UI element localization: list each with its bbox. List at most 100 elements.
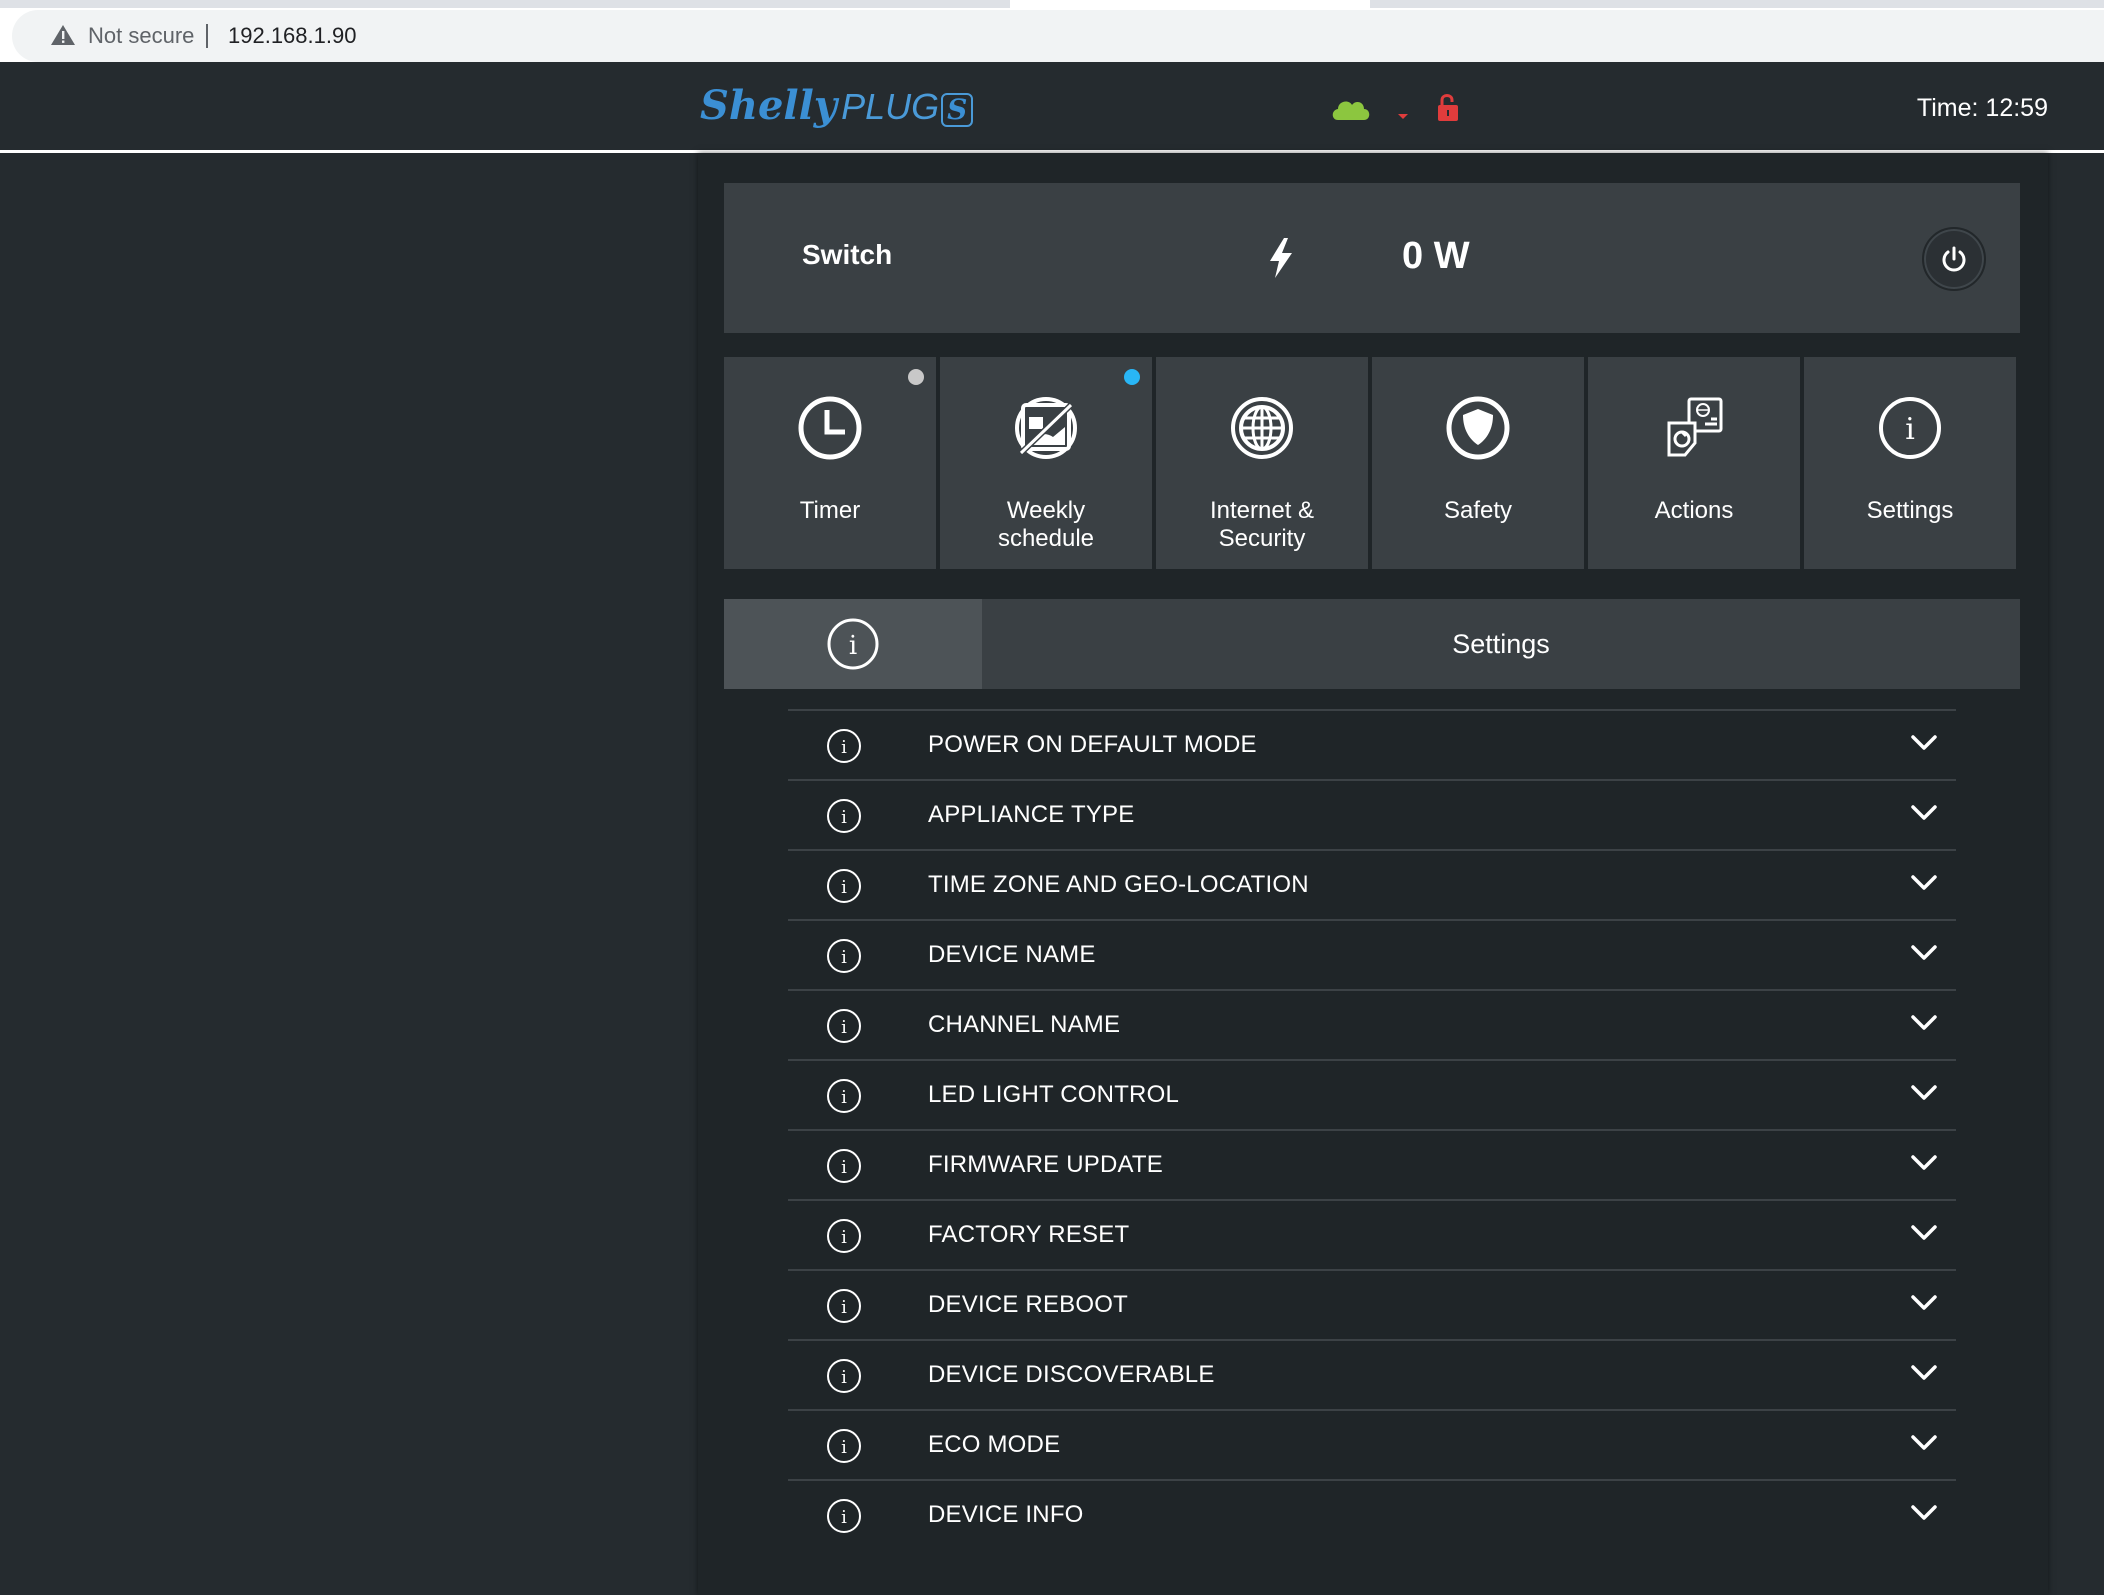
url-text[interactable]: 192.168.1.90 xyxy=(228,23,356,49)
tile-label: Internet & xyxy=(1209,497,1315,524)
settings-row-device-discoverable[interactable]: i DEVICE DISCOVERABLE xyxy=(788,1339,1956,1409)
browser-tab[interactable] xyxy=(1010,0,1370,8)
svg-text:i: i xyxy=(849,631,857,661)
settings-row-label: CHANNEL NAME xyxy=(928,1011,1121,1038)
settings-row-label: APPLIANCE TYPE xyxy=(928,801,1135,828)
info-icon[interactable]: i xyxy=(826,1498,862,1534)
logo-brand: Shelly xyxy=(700,82,838,129)
switch-label: Switch xyxy=(802,239,893,270)
divider xyxy=(206,24,208,48)
svg-text:i: i xyxy=(841,1437,847,1458)
chevron-down-icon[interactable] xyxy=(1910,1153,1938,1173)
settings-row-label: DEVICE DISCOVERABLE xyxy=(928,1361,1215,1388)
tile-weekly-schedule[interactable]: Weekly schedule xyxy=(940,357,1152,569)
power-icon xyxy=(1942,246,1966,272)
svg-text:i: i xyxy=(841,877,847,898)
status-dot xyxy=(1124,369,1140,385)
info-icon[interactable]: i xyxy=(826,868,862,904)
logo-model: PLUG xyxy=(841,86,940,127)
tile-label: Safety xyxy=(1443,497,1513,524)
cloud-icon[interactable] xyxy=(1332,101,1370,120)
calendar-off-icon xyxy=(1015,397,1077,459)
globe-icon xyxy=(1231,397,1293,459)
tile-actions[interactable]: Actions xyxy=(1588,357,1800,569)
settings-row-factory-reset[interactable]: i FACTORY RESET xyxy=(788,1199,1956,1269)
settings-tab-icon[interactable]: i xyxy=(724,599,982,689)
settings-row-device-name[interactable]: i DEVICE NAME xyxy=(788,919,1956,989)
settings-row-led-light-control[interactable]: i LED LIGHT CONTROL xyxy=(788,1059,1956,1129)
shield-icon xyxy=(1446,396,1510,460)
info-icon[interactable]: i xyxy=(826,1008,862,1044)
tile-timer[interactable]: Timer xyxy=(724,357,936,569)
shelly-logo: Shelly PLUG S xyxy=(700,82,974,129)
settings-list: i POWER ON DEFAULT MODE i APPLIANCE TYPE i TI… xyxy=(788,709,1956,1549)
security-status[interactable]: Not secure xyxy=(88,23,194,49)
svg-text:i: i xyxy=(841,947,847,968)
omnibox[interactable]: Not secure 192.168.1.90 xyxy=(12,10,2104,62)
chevron-down-icon[interactable] xyxy=(1910,943,1938,963)
signal-icon[interactable] xyxy=(1398,114,1408,119)
settings-row-label: ECO MODE xyxy=(928,1431,1061,1458)
clock-display: Time: 12:59 xyxy=(1916,94,2048,122)
chevron-down-icon[interactable] xyxy=(1910,873,1938,893)
settings-row-eco-mode[interactable]: i ECO MODE xyxy=(788,1409,1956,1479)
tile-label: Weekly xyxy=(1006,497,1086,524)
svg-text:i: i xyxy=(1905,412,1915,447)
settings-row-device-reboot[interactable]: i DEVICE REBOOT xyxy=(788,1269,1956,1339)
tile-settings[interactable]: i Settings xyxy=(1804,357,2016,569)
settings-row-power-on-default-mode[interactable]: i POWER ON DEFAULT MODE xyxy=(788,709,1956,779)
settings-row-channel-name[interactable]: i CHANNEL NAME xyxy=(788,989,1956,1059)
info-icon[interactable]: i xyxy=(826,1428,862,1464)
tile-label: Timer xyxy=(799,497,861,524)
info-icon[interactable]: i xyxy=(826,1358,862,1394)
info-icon[interactable]: i xyxy=(826,728,862,764)
switch-bar: Switch 0 W xyxy=(724,183,2020,333)
settings-header: i Settings xyxy=(724,599,2020,689)
info-icon[interactable]: i xyxy=(826,1218,862,1254)
actions-icon xyxy=(1667,397,1723,457)
chevron-down-icon[interactable] xyxy=(1910,1083,1938,1103)
svg-text:i: i xyxy=(841,1157,847,1178)
chevron-down-icon[interactable] xyxy=(1910,1013,1938,1033)
info-icon[interactable]: i xyxy=(826,1288,862,1324)
tile-safety[interactable]: Safety xyxy=(1372,357,1584,569)
svg-text:i: i xyxy=(841,1227,847,1248)
settings-row-time-zone-and-geo-location[interactable]: i TIME ZONE AND GEO-LOCATION xyxy=(788,849,1956,919)
power-toggle-button[interactable] xyxy=(1922,227,1986,291)
settings-row-firmware-update[interactable]: i FIRMWARE UPDATE xyxy=(788,1129,1956,1199)
chevron-down-icon[interactable] xyxy=(1910,1503,1938,1523)
info-icon: i xyxy=(1879,397,1941,459)
tile-label-line2: schedule xyxy=(997,525,1095,552)
settings-row-appliance-type[interactable]: i APPLIANCE TYPE xyxy=(788,779,1956,849)
info-icon[interactable]: i xyxy=(826,798,862,834)
lock-open-icon[interactable] xyxy=(1438,94,1458,122)
settings-row-label: DEVICE REBOOT xyxy=(928,1291,1128,1318)
settings-row-label: TIME ZONE AND GEO-LOCATION xyxy=(928,871,1309,898)
chevron-down-icon[interactable] xyxy=(1910,1223,1938,1243)
settings-row-label: POWER ON DEFAULT MODE xyxy=(928,731,1257,758)
chevron-down-icon[interactable] xyxy=(1910,1293,1938,1313)
main-panel: Switch 0 W Timer Weekly schedule Interne… xyxy=(698,153,2048,1595)
clock-icon xyxy=(798,396,862,460)
chevron-down-icon[interactable] xyxy=(1910,1363,1938,1383)
chevron-down-icon[interactable] xyxy=(1910,803,1938,823)
svg-text:i: i xyxy=(841,1507,847,1528)
tile-internet-security[interactable]: Internet & Security xyxy=(1156,357,1368,569)
warning-icon[interactable] xyxy=(50,23,76,47)
info-icon[interactable]: i xyxy=(826,1148,862,1184)
svg-text:i: i xyxy=(841,1297,847,1318)
settings-row-device-info[interactable]: i DEVICE INFO xyxy=(788,1479,1956,1549)
chevron-down-icon[interactable] xyxy=(1910,733,1938,753)
app-header: Shelly PLUG S Time: 12:59 xyxy=(0,62,2104,153)
settings-row-label: LED LIGHT CONTROL xyxy=(928,1081,1180,1108)
chevron-down-icon[interactable] xyxy=(1910,1433,1938,1453)
settings-row-label: FIRMWARE UPDATE xyxy=(928,1151,1163,1178)
info-icon[interactable]: i xyxy=(826,938,862,974)
power-reading: 0 W xyxy=(1402,235,1470,277)
info-icon[interactable]: i xyxy=(826,1078,862,1114)
svg-text:i: i xyxy=(841,737,847,758)
status-icons xyxy=(1332,94,1458,122)
svg-text:i: i xyxy=(841,1087,847,1108)
svg-text:i: i xyxy=(841,807,847,828)
browser-address-bar: Not secure 192.168.1.90 xyxy=(0,8,2104,62)
